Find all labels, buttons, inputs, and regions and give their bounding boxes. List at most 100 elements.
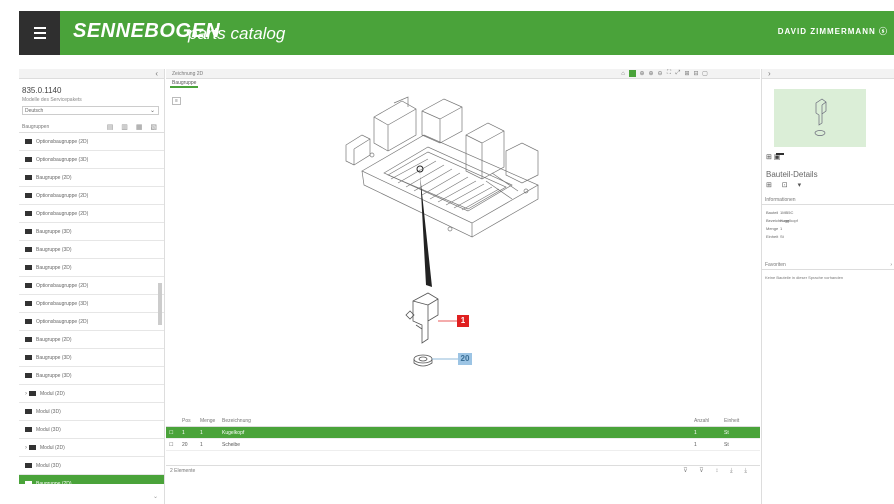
col-unit[interactable]: Einheit bbox=[724, 418, 754, 424]
left-panel-bar: ‹ bbox=[19, 69, 164, 79]
col-count[interactable]: Anzahl bbox=[694, 418, 724, 424]
folder-icon bbox=[25, 211, 32, 216]
expand-icon[interactable]: › bbox=[25, 445, 27, 451]
details-action-icons[interactable]: ⊞ ⊡ ▾ bbox=[766, 181, 805, 189]
tree-item[interactable]: Baugruppe (2D) bbox=[19, 169, 164, 187]
callout-1-label[interactable]: 1 bbox=[457, 315, 469, 326]
info-value: St bbox=[780, 233, 784, 239]
tree-item-label: Modul (3D) bbox=[36, 426, 61, 433]
tree-item[interactable]: Baugruppe (3D) bbox=[19, 223, 164, 241]
callout-20-label[interactable]: 20 bbox=[458, 353, 472, 364]
app-window: SENNEBOGEN parts catalog DAVID ZIMMERMAN… bbox=[0, 0, 894, 504]
tree-item[interactable]: Baugruppe (2D) bbox=[19, 259, 164, 277]
user-name-label: DAVID ZIMMERMANN bbox=[777, 27, 876, 36]
tree-item[interactable]: Baugruppe (3D) bbox=[19, 349, 164, 367]
parts-table-header: Pos Menge Bezeichnung Anzahl Einheit bbox=[166, 415, 760, 427]
menu-button[interactable] bbox=[19, 11, 60, 55]
favorites-toggle-icon[interactable]: › bbox=[890, 260, 892, 270]
collapse-left-icon[interactable]: ‹ bbox=[155, 69, 158, 78]
details-tabs[interactable]: ⊞ ▣ bbox=[766, 153, 784, 161]
folder-icon bbox=[25, 481, 32, 484]
row-checkbox-icon[interactable]: ☐ bbox=[166, 442, 182, 448]
select-tool-icon[interactable] bbox=[629, 70, 636, 77]
tab-assembly[interactable]: Baugruppe bbox=[170, 80, 199, 88]
tree-item[interactable]: Optionsbaugruppe (3D) bbox=[19, 295, 164, 313]
part-thumbnail[interactable] bbox=[774, 89, 866, 147]
tree-item-label: Optionsbaugruppe (2D) bbox=[36, 210, 89, 217]
toolbar-icon[interactable]: ⛶ bbox=[666, 70, 672, 77]
tree-item[interactable]: › Modul (2D) bbox=[19, 439, 164, 457]
tree-item-label: Baugruppe (3D) bbox=[36, 372, 72, 379]
table-row[interactable]: ☐ 20 1 Scheibe 1 St bbox=[166, 439, 760, 451]
info-row: Menge 1 bbox=[762, 224, 894, 232]
info-key: Einheit bbox=[766, 233, 779, 239]
folder-icon bbox=[25, 463, 32, 468]
tree-item-label: Optionsbaugruppe (2D) bbox=[36, 318, 89, 325]
info-header: Informationen bbox=[762, 195, 894, 205]
col-qty[interactable]: Menge bbox=[200, 418, 222, 424]
tree-item[interactable]: Optionsbaugruppe (2D) bbox=[19, 205, 164, 223]
brand-subtitle: parts catalog bbox=[188, 24, 286, 43]
toolbar-icon[interactable]: ⊟ bbox=[693, 70, 699, 77]
drawing-toolbar-icons: ⌂ ⊕ ⊕ ⊖ ⛶ ⤢ ⊞ ⊟ ▢ bbox=[620, 70, 708, 77]
tree-item[interactable]: Baugruppe (2D) bbox=[19, 475, 164, 484]
user-name[interactable]: DAVID ZIMMERMANN ⓢ bbox=[778, 26, 888, 37]
cell-unit: St bbox=[724, 429, 729, 436]
scroll-down-icon[interactable]: ⌄ bbox=[153, 493, 158, 500]
tree-item[interactable]: Modul (3D) bbox=[19, 457, 164, 475]
details-panel: › ⊞ ▣ Bauteil-Details ⊞ ⊡ ▾ Informatione… bbox=[761, 69, 894, 504]
row-checkbox-icon[interactable]: ☐ bbox=[166, 430, 182, 436]
app-header: SENNEBOGEN parts catalog DAVID ZIMMERMAN… bbox=[19, 11, 894, 55]
toolbar-icon[interactable]: ⊖ bbox=[657, 70, 663, 77]
tree-item[interactable]: Optionsbaugruppe (3D) bbox=[19, 151, 164, 169]
toolbar-icon[interactable]: ⤢ bbox=[675, 70, 681, 77]
drawing-tabs: Baugruppe bbox=[166, 79, 760, 89]
tree-item[interactable]: Modul (3D) bbox=[19, 403, 164, 421]
info-key: Bezeichnung bbox=[766, 217, 790, 223]
tree-item[interactable]: Baugruppe (3D) bbox=[19, 367, 164, 385]
table-row[interactable]: ☐ 1 1 Kugelkopf 1 St bbox=[166, 427, 760, 439]
tree-item[interactable]: Baugruppe (3D) bbox=[19, 241, 164, 259]
tree-item[interactable]: Optionsbaugruppe (2D) bbox=[19, 313, 164, 331]
toolbar-icon[interactable]: ⊕ bbox=[639, 70, 645, 77]
info-key: Menge bbox=[766, 225, 779, 231]
tab-assembly-label: Baugruppe bbox=[172, 80, 197, 86]
folder-icon bbox=[25, 283, 32, 288]
tree-item[interactable]: Optionsbaugruppe (2D) bbox=[19, 277, 164, 295]
language-select[interactable]: Deutsch ⌄ bbox=[22, 106, 159, 115]
table-footer: 2 Elemente ⊽ ⊽ ↕ ⤓ ⤓ bbox=[166, 465, 760, 477]
tree-item[interactable]: Modul (3D) bbox=[19, 421, 164, 439]
info-row: Bauteil 1MB5C bbox=[762, 208, 894, 216]
tree-item-label: Optionsbaugruppe (3D) bbox=[36, 300, 89, 307]
col-pos[interactable]: Pos bbox=[182, 418, 200, 424]
folder-icon bbox=[29, 445, 36, 450]
cell-count: 1 bbox=[694, 429, 697, 436]
tree-item[interactable]: Optionsbaugruppe (2D) bbox=[19, 133, 164, 151]
details-tab-icons[interactable]: ⊞ ▣ bbox=[766, 154, 780, 161]
cell-qty: 1 bbox=[200, 441, 203, 448]
cell-name: Scheibe bbox=[222, 441, 241, 448]
expand-icon[interactable]: › bbox=[25, 391, 27, 397]
exploded-drawing[interactable] bbox=[166, 89, 760, 415]
folder-icon bbox=[25, 175, 32, 180]
parts-table: Pos Menge Bezeichnung Anzahl Einheit ☐ 1 1… bbox=[166, 415, 760, 451]
collapse-right-icon[interactable]: › bbox=[768, 69, 771, 78]
col-name[interactable]: Bezeichnung bbox=[222, 418, 694, 424]
toolbar-icon[interactable]: ▢ bbox=[702, 70, 708, 77]
tree-item-label: Modul (2D) bbox=[40, 390, 65, 397]
table-footer-icons[interactable]: ⊽ ⊽ ↕ ⤓ ⤓ bbox=[683, 466, 752, 477]
cell-count: 1 bbox=[694, 441, 697, 448]
tree-item[interactable]: Baugruppe (2D) bbox=[19, 331, 164, 349]
tree-item-label: Optionsbaugruppe (2D) bbox=[36, 138, 89, 145]
tree-item[interactable]: › Modul (2D) bbox=[19, 385, 164, 403]
details-title: Bauteil-Details bbox=[766, 170, 818, 179]
tree-item[interactable]: Optionsbaugruppe (2D) bbox=[19, 187, 164, 205]
toolbar-icon[interactable]: ⊞ bbox=[684, 70, 690, 77]
toolbar-icon[interactable]: ⊕ bbox=[648, 70, 654, 77]
tree-item-label: Baugruppe (2D) bbox=[36, 480, 72, 485]
toolbar-icon[interactable]: ⌂ bbox=[620, 71, 626, 77]
tree-scrollbar[interactable] bbox=[158, 283, 162, 325]
tree-tools-icons[interactable]: ▤ ▥ ▦ ▧ bbox=[107, 122, 160, 133]
info-value: 1 bbox=[780, 225, 783, 231]
tree-item-label: Baugruppe (2D) bbox=[36, 174, 72, 181]
